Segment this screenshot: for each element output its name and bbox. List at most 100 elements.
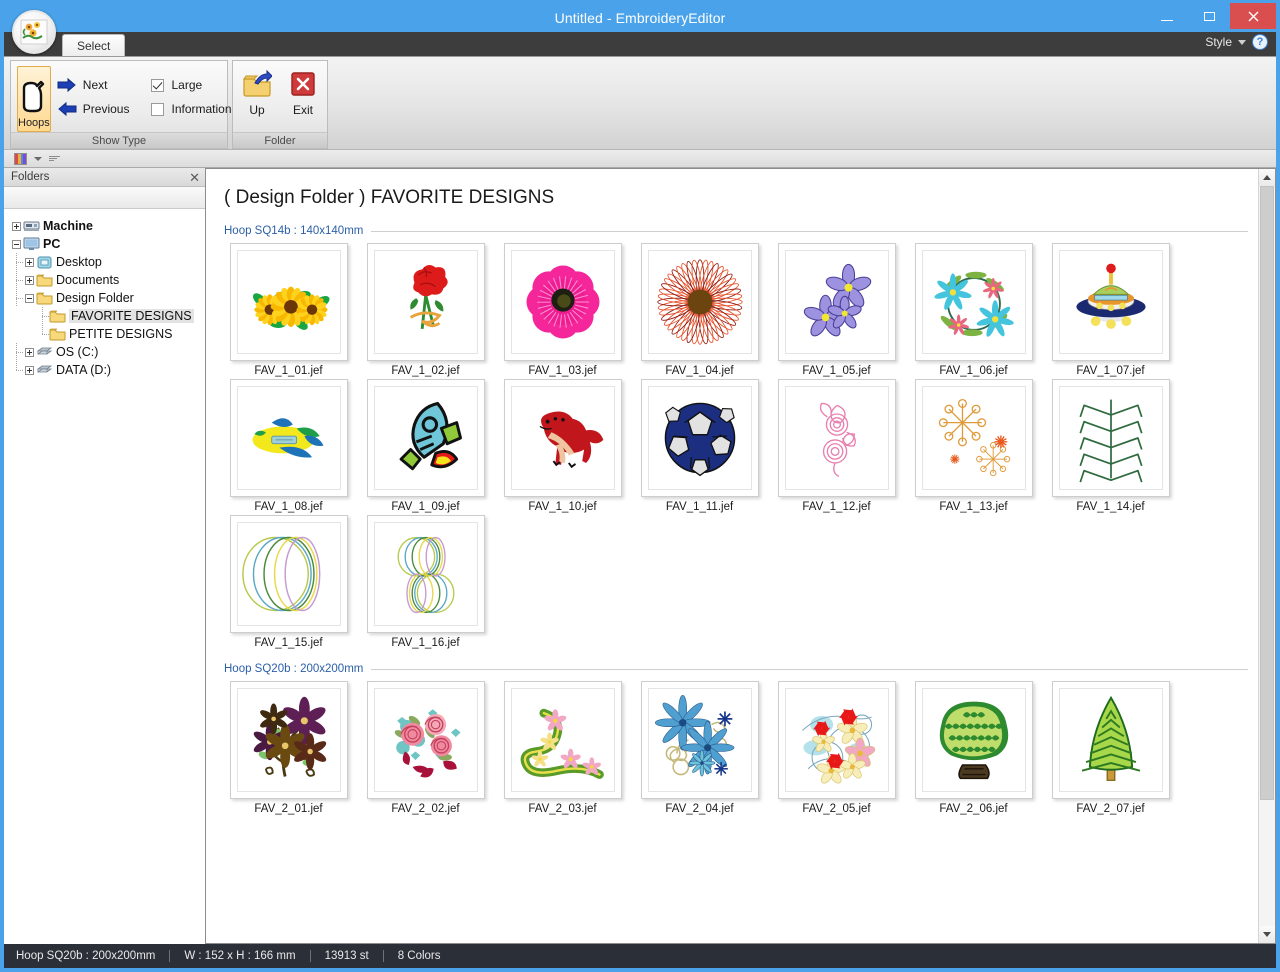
tree-item-favorite-designs[interactable]: FAVORITE DESIGNS xyxy=(10,307,205,325)
minimize-button[interactable] xyxy=(1146,3,1188,29)
hoops-button[interactable]: Hoops xyxy=(17,66,51,132)
exit-button[interactable]: Exit xyxy=(285,65,321,127)
design-item[interactable]: FAV_1_01.jef xyxy=(220,243,357,379)
design-thumbnail[interactable] xyxy=(914,243,1033,361)
design-thumbnail[interactable] xyxy=(640,681,759,799)
design-thumbnail[interactable] xyxy=(366,515,485,633)
scrollbar-track[interactable] xyxy=(1259,186,1275,926)
tree-item-petite-designs[interactable]: PETITE DESIGNS xyxy=(10,325,205,343)
close-icon xyxy=(1248,11,1258,21)
maximize-button[interactable] xyxy=(1188,3,1230,29)
tree-item-data-d[interactable]: DATA (D:) xyxy=(10,361,205,379)
large-checkbox[interactable]: Large xyxy=(151,73,231,97)
chevron-down-icon[interactable] xyxy=(34,156,42,161)
design-thumbnail[interactable] xyxy=(503,243,622,361)
expander-toggle[interactable] xyxy=(23,365,36,375)
design-filename: FAV_2_01.jef xyxy=(254,803,323,815)
design-item[interactable]: FAV_1_04.jef xyxy=(631,243,768,379)
expander-toggle[interactable] xyxy=(23,293,36,303)
tree-item-machine[interactable]: Machine xyxy=(10,217,205,235)
design-thumbnail[interactable] xyxy=(229,379,348,497)
design-thumbnail[interactable] xyxy=(1051,243,1170,361)
previous-button[interactable]: Previous xyxy=(57,97,129,121)
design-thumbnail[interactable] xyxy=(366,243,485,361)
design-row: FAV_2_01.jef FAV_2_02.jef FAV_2_03.jef F… xyxy=(220,681,1248,817)
design-thumbnail[interactable] xyxy=(366,681,485,799)
design-item[interactable]: FAV_1_14.jef xyxy=(1042,379,1179,515)
design-thumbnail[interactable] xyxy=(777,243,896,361)
design-item[interactable]: FAV_1_07.jef xyxy=(1042,243,1179,379)
close-button[interactable] xyxy=(1230,3,1276,29)
tree-item-design-folder[interactable]: Design Folder xyxy=(10,289,205,307)
design-item[interactable]: FAV_2_01.jef xyxy=(220,681,357,817)
scroll-up-button[interactable] xyxy=(1259,169,1275,186)
information-checkbox[interactable]: Information xyxy=(151,97,232,121)
design-thumbnail[interactable] xyxy=(366,379,485,497)
design-item[interactable]: FAV_2_06.jef xyxy=(905,681,1042,817)
tab-select[interactable]: Select xyxy=(62,34,126,56)
expander-toggle[interactable] xyxy=(23,275,36,285)
design-item[interactable]: FAV_2_03.jef xyxy=(494,681,631,817)
design-artwork xyxy=(236,688,341,792)
application-orb-button[interactable] xyxy=(12,10,56,54)
design-item[interactable]: FAV_1_08.jef xyxy=(220,379,357,515)
design-item[interactable]: FAV_1_12.jef xyxy=(768,379,905,515)
design-item[interactable]: FAV_1_06.jef xyxy=(905,243,1042,379)
design-item[interactable]: FAV_2_07.jef xyxy=(1042,681,1179,817)
help-icon[interactable]: ? xyxy=(1252,34,1268,50)
title-bar: Untitled - EmbroideryEditor xyxy=(4,3,1276,32)
scrollbar-thumb[interactable] xyxy=(1260,186,1274,801)
design-thumbnail[interactable] xyxy=(1051,379,1170,497)
tree-item-desktop[interactable]: Desktop xyxy=(10,253,205,271)
group-title-show-type: Show Type xyxy=(11,132,227,148)
design-filename: FAV_1_05.jef xyxy=(802,365,871,377)
design-item[interactable]: FAV_2_05.jef xyxy=(768,681,905,817)
design-thumbnail[interactable] xyxy=(503,681,622,799)
expander-toggle[interactable] xyxy=(23,257,36,267)
tree-item-documents[interactable]: Documents xyxy=(10,271,205,289)
design-row: FAV_1_15.jef FAV_1_16.jef xyxy=(220,515,1248,651)
design-thumbnail[interactable] xyxy=(229,243,348,361)
design-thumbnail[interactable] xyxy=(640,379,759,497)
ribbon: Select Style ? Hoops Next Previous Large… xyxy=(4,10,1276,149)
design-thumbnail[interactable] xyxy=(777,379,896,497)
design-item[interactable]: FAV_1_05.jef xyxy=(768,243,905,379)
vertical-scrollbar[interactable] xyxy=(1258,169,1275,943)
design-thumbnail[interactable] xyxy=(503,379,622,497)
next-button[interactable]: Next xyxy=(57,73,130,97)
design-item[interactable]: FAV_2_04.jef xyxy=(631,681,768,817)
design-thumbnail[interactable] xyxy=(229,681,348,799)
chevron-down-icon[interactable] xyxy=(1238,39,1246,45)
design-thumbnail[interactable] xyxy=(914,379,1033,497)
tree-item-pc[interactable]: PC xyxy=(10,235,205,253)
design-item[interactable]: FAV_1_10.jef xyxy=(494,379,631,515)
expander-toggle[interactable] xyxy=(10,239,23,249)
design-thumbnail[interactable] xyxy=(1051,681,1170,799)
close-icon[interactable]: ✕ xyxy=(189,171,200,184)
design-item[interactable]: FAV_1_11.jef xyxy=(631,379,768,515)
scroll-down-button[interactable] xyxy=(1259,926,1275,943)
expander-toggle[interactable] xyxy=(23,347,36,357)
design-section: Hoop SQ20b : 200x200mm FAV_2_01.jef FAV_… xyxy=(220,663,1248,817)
color-palette-icon[interactable] xyxy=(14,152,27,165)
tree-item-os-c[interactable]: OS (C:) xyxy=(10,343,205,361)
design-thumbnail[interactable] xyxy=(229,515,348,633)
design-item[interactable]: FAV_1_16.jef xyxy=(357,515,494,651)
design-thumbnail[interactable] xyxy=(777,681,896,799)
design-item[interactable]: FAV_1_02.jef xyxy=(357,243,494,379)
design-item[interactable]: FAV_1_15.jef xyxy=(220,515,357,651)
design-artwork xyxy=(1058,386,1163,490)
style-label[interactable]: Style xyxy=(1205,35,1232,49)
menu-bars-icon[interactable] xyxy=(49,156,60,161)
design-thumbnail[interactable] xyxy=(914,681,1033,799)
expander-toggle[interactable] xyxy=(10,221,23,231)
tree-guide xyxy=(10,361,23,379)
design-item[interactable]: FAV_1_03.jef xyxy=(494,243,631,379)
tree-item-label: Design Folder xyxy=(56,291,134,305)
design-item[interactable]: FAV_2_02.jef xyxy=(357,681,494,817)
minimize-icon xyxy=(1161,19,1173,21)
design-thumbnail[interactable] xyxy=(640,243,759,361)
design-item[interactable]: FAV_1_13.jef xyxy=(905,379,1042,515)
design-item[interactable]: FAV_1_09.jef xyxy=(357,379,494,515)
up-button[interactable]: Up xyxy=(239,65,275,127)
